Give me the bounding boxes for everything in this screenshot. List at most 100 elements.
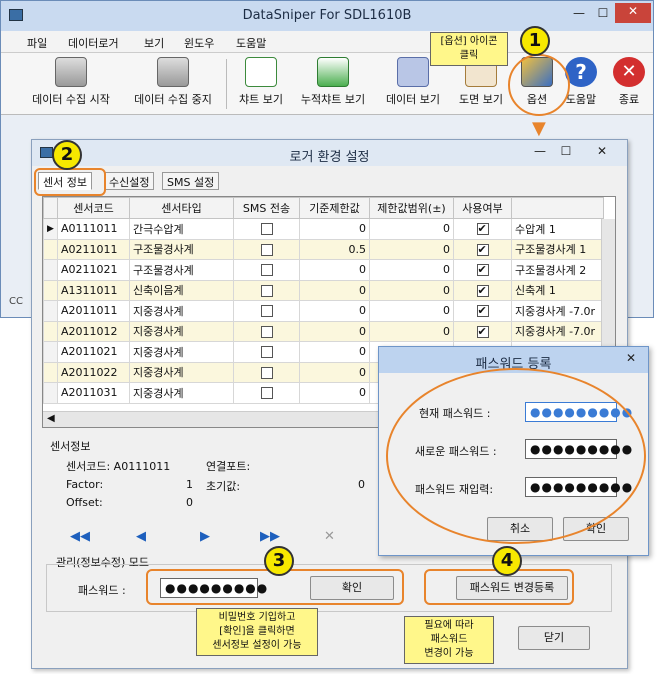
cell-use[interactable]: [453, 218, 512, 240]
chart-view-button[interactable]: 챠트 보기: [233, 57, 289, 111]
cell-use[interactable]: [453, 238, 512, 260]
cell-range[interactable]: 0: [369, 259, 454, 281]
next-record-icon[interactable]: ▶: [200, 529, 210, 544]
exit-button[interactable]: ✕ 종료: [609, 57, 649, 111]
delete-record-icon[interactable]: ✕: [324, 529, 335, 544]
cell-code[interactable]: A2011022: [57, 361, 130, 383]
scroll-left-arrow-icon[interactable]: ◀: [47, 413, 55, 424]
table-row[interactable]: A2011012지중경사계 00 지중경사계 -7.0r: [43, 320, 604, 342]
close-dialog-button[interactable]: 닫기: [518, 626, 590, 650]
use-checkbox[interactable]: [476, 304, 489, 318]
stop-collect-button[interactable]: 데이터 수집 중지: [125, 57, 221, 111]
sms-checkbox[interactable]: [260, 325, 273, 338]
cell-type[interactable]: 구조물경사계: [129, 238, 234, 260]
cumulative-chart-button[interactable]: 누적챠트 보기: [293, 57, 373, 111]
cell-name[interactable]: 수압계 1: [511, 218, 604, 240]
last-record-icon[interactable]: ▶▶: [260, 529, 280, 544]
sms-checkbox[interactable]: [260, 223, 273, 236]
cell-limit[interactable]: 0: [299, 320, 370, 342]
cell-range[interactable]: 0: [369, 238, 454, 260]
cell-code[interactable]: A0211011: [57, 238, 130, 260]
cell-limit[interactable]: 0: [299, 300, 370, 322]
table-row[interactable]: A0211011구조물경사계 0.50 구조물경사계 1: [43, 238, 604, 260]
menu-view[interactable]: 보기: [144, 35, 164, 51]
cell-limit[interactable]: 0: [299, 259, 370, 281]
table-row[interactable]: A0211021구조물경사계 00 구조물경사계 2: [43, 259, 604, 281]
cell-range[interactable]: 0: [369, 300, 454, 322]
cell-sms[interactable]: [233, 341, 300, 363]
sms-checkbox[interactable]: [260, 346, 273, 359]
cell-code[interactable]: A0111011: [57, 218, 130, 240]
cell-limit[interactable]: 0: [299, 341, 370, 363]
cell-sms[interactable]: [233, 382, 300, 404]
cell-type[interactable]: 지중경사계: [129, 320, 234, 342]
cell-name[interactable]: 구조물경사계 1: [511, 238, 604, 260]
logger-minimize-button[interactable]: —: [528, 143, 552, 161]
cell-type[interactable]: 지중경사계: [129, 361, 234, 383]
cell-sms[interactable]: [233, 238, 300, 260]
table-row[interactable]: A2011011지중경사계 00 지중경사계 -7.0r: [43, 300, 604, 322]
cell-code[interactable]: A2011021: [57, 341, 130, 363]
cell-type[interactable]: 지중경사계: [129, 300, 234, 322]
cell-name[interactable]: 구조물경사계 2: [511, 259, 604, 281]
cell-code[interactable]: A2011011: [57, 300, 130, 322]
col-sensor-code[interactable]: 센서코드: [57, 197, 130, 219]
logger-close-button[interactable]: ✕: [590, 143, 614, 161]
cell-sms[interactable]: [233, 259, 300, 281]
cell-range[interactable]: 0: [369, 279, 454, 301]
sms-checkbox[interactable]: [260, 305, 273, 318]
menu-window[interactable]: 윈도우: [184, 35, 214, 51]
cell-name[interactable]: 지중경사계 -7.0r: [511, 300, 604, 322]
cell-use[interactable]: [453, 320, 512, 342]
col-range[interactable]: 제한값범위(±): [369, 197, 454, 219]
cell-sms[interactable]: [233, 300, 300, 322]
cell-code[interactable]: A2011031: [57, 382, 130, 404]
use-checkbox[interactable]: [476, 325, 489, 338]
sms-checkbox[interactable]: [260, 243, 273, 256]
col-limit[interactable]: 기준제한값: [299, 197, 370, 219]
logger-maximize-button[interactable]: ☐: [554, 143, 578, 161]
col-use[interactable]: 사용여부: [453, 197, 512, 219]
cell-limit[interactable]: 0.5: [299, 238, 370, 260]
col-sensor-type[interactable]: 센서타입: [129, 197, 234, 219]
cell-sms[interactable]: [233, 320, 300, 342]
cell-range[interactable]: 0: [369, 320, 454, 342]
col-name[interactable]: [511, 197, 604, 219]
start-collect-button[interactable]: 데이터 수집 시작: [23, 57, 119, 111]
cell-type[interactable]: 구조물경사계: [129, 259, 234, 281]
sms-checkbox[interactable]: [260, 284, 273, 297]
tab-receive-settings[interactable]: 수신설정: [104, 172, 155, 190]
cell-sms[interactable]: [233, 361, 300, 383]
cell-limit[interactable]: 0: [299, 361, 370, 383]
sms-checkbox[interactable]: [260, 366, 273, 379]
cell-name[interactable]: 지중경사계 -7.0r: [511, 320, 604, 342]
cell-type[interactable]: 간극수압계: [129, 218, 234, 240]
cell-use[interactable]: [453, 300, 512, 322]
menu-help[interactable]: 도움말: [236, 35, 266, 51]
maximize-button[interactable]: ☐: [591, 5, 615, 23]
sms-checkbox[interactable]: [260, 264, 273, 277]
use-checkbox[interactable]: [476, 263, 489, 277]
cell-code[interactable]: A2011012: [57, 320, 130, 342]
cell-limit[interactable]: 0: [299, 218, 370, 240]
menu-file[interactable]: 파일: [27, 35, 47, 51]
table-row[interactable]: ▶A0111011간극수압계 00 수압계 1: [43, 218, 604, 240]
minimize-button[interactable]: —: [567, 5, 591, 23]
close-button[interactable]: ✕: [615, 3, 651, 23]
sms-checkbox[interactable]: [260, 387, 273, 400]
menu-datalogger[interactable]: 데이터로거: [68, 35, 119, 51]
use-checkbox[interactable]: [476, 243, 489, 256]
cell-type[interactable]: 신축이음계: [129, 279, 234, 301]
cell-sms[interactable]: [233, 279, 300, 301]
cell-code[interactable]: A1311011: [57, 279, 130, 301]
cell-code[interactable]: A0211021: [57, 259, 130, 281]
prev-record-icon[interactable]: ◀: [136, 529, 146, 544]
tab-sms-settings[interactable]: SMS 설정: [162, 172, 220, 190]
cell-range[interactable]: 0: [369, 218, 454, 240]
cell-limit[interactable]: 0: [299, 382, 370, 404]
cell-limit[interactable]: 0: [299, 279, 370, 301]
cell-type[interactable]: 지중경사계: [129, 341, 234, 363]
table-row[interactable]: A1311011신축이음계 00 신축계 1: [43, 279, 604, 301]
col-sms[interactable]: SMS 전송: [233, 197, 300, 219]
cell-type[interactable]: 지중경사계: [129, 382, 234, 404]
